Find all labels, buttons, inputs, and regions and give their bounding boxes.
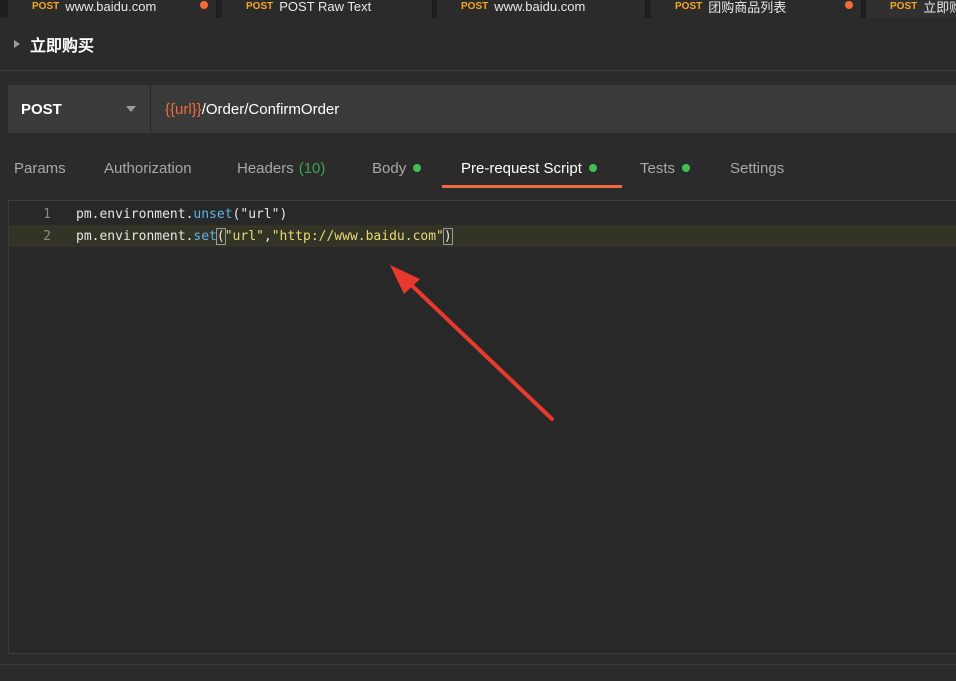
tab-title: www.baidu.com bbox=[65, 0, 157, 14]
request-tab-strip: POST www.baidu.com POST POST Raw Text PO… bbox=[0, 0, 956, 18]
method-label: POST bbox=[21, 100, 62, 118]
code-paren-close: ) bbox=[442, 227, 453, 245]
line-number: 1 bbox=[43, 206, 51, 222]
expand-caret-icon[interactable] bbox=[14, 40, 20, 48]
tab-params[interactable]: Params bbox=[14, 148, 66, 188]
code-object: pm.environment. bbox=[76, 206, 194, 222]
tab-title: 立即购 bbox=[923, 0, 956, 15]
code-line-active: 2 pm.environment.set("url","http://www.b… bbox=[9, 225, 956, 247]
code-text: pm.environment.unset("url") bbox=[76, 207, 287, 222]
request-tab[interactable]: POST POST Raw Text bbox=[222, 0, 433, 18]
tab-title: POST Raw Text bbox=[279, 0, 372, 14]
tab-label: Authorization bbox=[104, 159, 192, 177]
script-editor[interactable]: 1 pm.environment.unset("url") 2 pm.envir… bbox=[8, 200, 956, 654]
url-variable: {{url}} bbox=[165, 100, 202, 118]
request-tab[interactable]: POST www.baidu.com bbox=[437, 0, 646, 18]
tab-label: Headers bbox=[237, 159, 294, 177]
request-name-header: 立即购买 bbox=[0, 18, 956, 71]
request-tab-active[interactable]: POST 立即购 bbox=[866, 0, 956, 18]
tab-tests[interactable]: Tests bbox=[640, 148, 691, 188]
code-comma: , bbox=[263, 228, 272, 244]
unsaved-dot-icon bbox=[845, 1, 853, 9]
code-function: set bbox=[193, 228, 217, 244]
tab-authorization[interactable]: Authorization bbox=[104, 148, 192, 188]
code-string: "http://www.baidu.com" bbox=[271, 228, 444, 244]
method-tag: POST bbox=[890, 0, 918, 12]
status-dot-icon bbox=[588, 164, 597, 172]
unsaved-dot-icon bbox=[200, 1, 208, 9]
tab-label: Tests bbox=[640, 159, 676, 177]
tab-label: Pre-request Script bbox=[461, 159, 582, 177]
tab-settings[interactable]: Settings bbox=[730, 148, 784, 188]
tab-title: www.baidu.com bbox=[494, 0, 586, 14]
code-string: "url" bbox=[240, 206, 280, 222]
request-name[interactable]: 立即购买 bbox=[30, 32, 94, 56]
code-paren-close: ) bbox=[279, 206, 288, 222]
request-subtabs: Params Authorization Headers (10) Body P… bbox=[0, 148, 956, 188]
request-tab[interactable]: POST www.baidu.com bbox=[8, 0, 217, 18]
tab-pre-request-script[interactable]: Pre-request Script bbox=[461, 148, 597, 188]
code-text: pm.environment.set("url","http://www.bai… bbox=[76, 227, 453, 245]
code-line: 1 pm.environment.unset("url") bbox=[9, 203, 956, 225]
url-input[interactable]: {{url}} /Order/ConfirmOrder bbox=[151, 85, 339, 133]
method-tag: POST bbox=[461, 0, 489, 12]
tab-title: 团购商品列表 bbox=[708, 0, 787, 15]
status-dot-icon bbox=[682, 164, 691, 172]
active-tab-underline bbox=[442, 185, 622, 188]
tab-label: Params bbox=[14, 159, 66, 177]
code-function: unset bbox=[193, 206, 233, 222]
status-dot-icon bbox=[413, 164, 422, 172]
tab-label: Settings bbox=[730, 159, 785, 177]
bottom-bar bbox=[0, 664, 956, 681]
code-string: "url" bbox=[224, 228, 264, 244]
method-select[interactable]: POST bbox=[8, 85, 151, 133]
line-number: 2 bbox=[43, 228, 51, 244]
tab-label: Body bbox=[372, 159, 407, 177]
method-tag: POST bbox=[675, 0, 703, 12]
headers-count: (10) bbox=[298, 159, 326, 177]
request-tab[interactable]: POST 团购商品列表 bbox=[651, 0, 862, 18]
code-object: pm.environment. bbox=[76, 228, 194, 244]
chevron-down-icon bbox=[126, 106, 136, 112]
method-tag: POST bbox=[246, 0, 274, 12]
url-bar: POST {{url}} /Order/ConfirmOrder bbox=[8, 85, 956, 133]
tab-body[interactable]: Body bbox=[372, 148, 422, 188]
tab-headers[interactable]: Headers (10) bbox=[237, 148, 325, 188]
url-path: /Order/ConfirmOrder bbox=[201, 100, 340, 118]
method-tag: POST bbox=[32, 0, 60, 12]
